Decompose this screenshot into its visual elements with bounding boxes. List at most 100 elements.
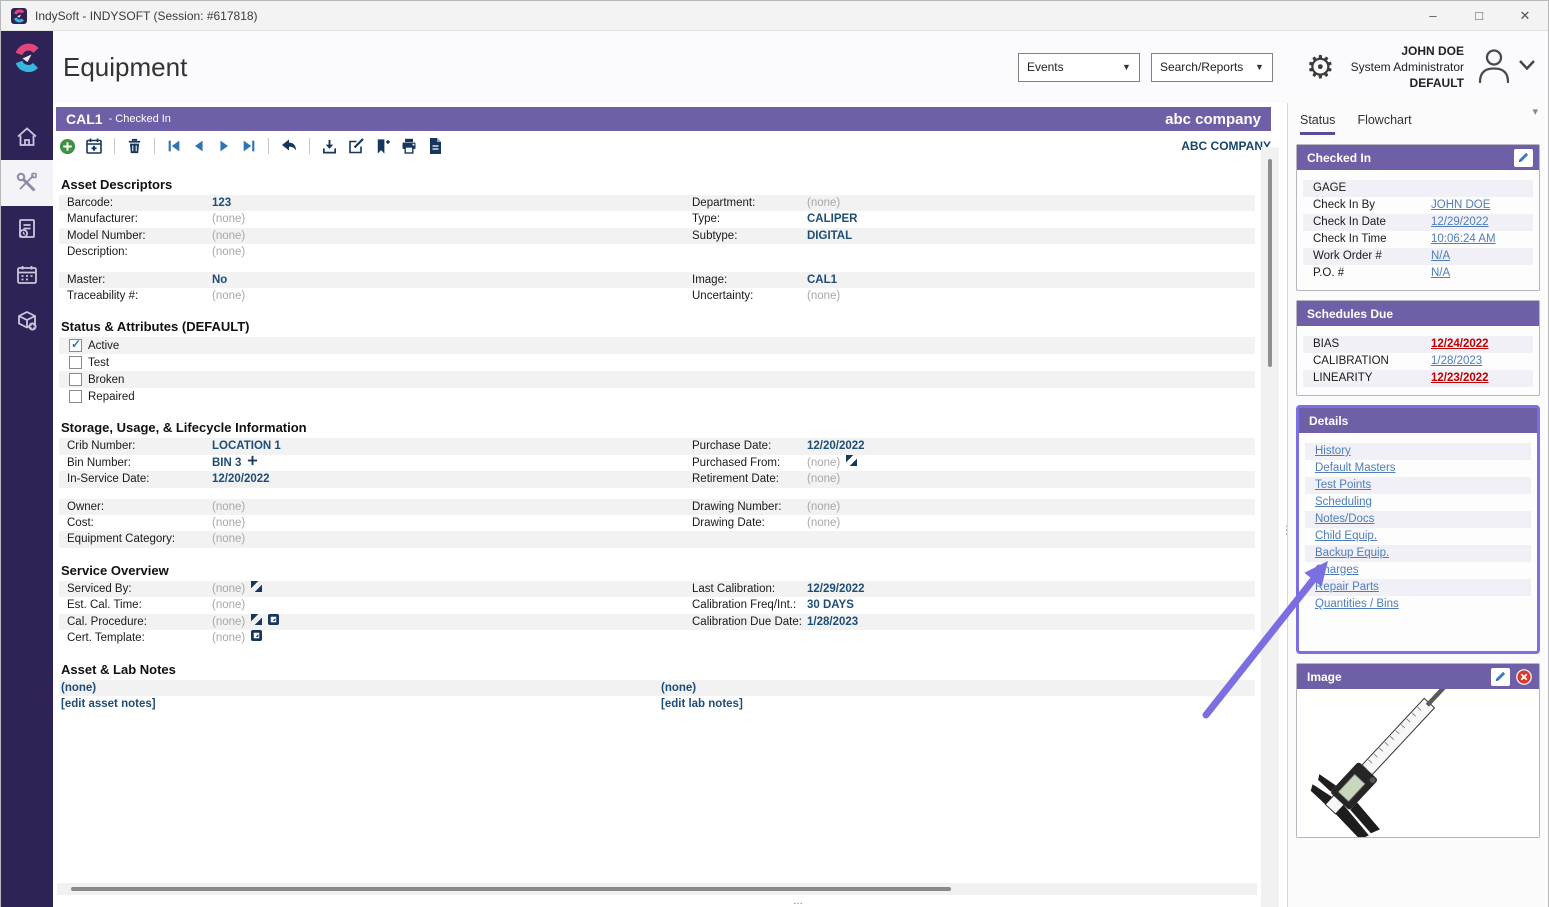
vertical-scrollbar-thumb[interactable] bbox=[1268, 159, 1272, 367]
field-value-left: LOCATION 1 bbox=[212, 438, 692, 454]
checkbox-label: Active bbox=[88, 340, 119, 352]
field-label-left: Manufacturer: bbox=[67, 211, 212, 227]
details-link-scheduling[interactable]: Scheduling bbox=[1315, 496, 1372, 508]
field-label-right: Calibration Due Date: bbox=[692, 614, 807, 630]
panel-row-value[interactable]: N/A bbox=[1431, 265, 1533, 282]
checkbox-row: Test bbox=[59, 354, 1255, 371]
bookmark-add-icon[interactable] bbox=[374, 138, 391, 155]
edit-icon[interactable] bbox=[347, 137, 365, 155]
search-reports-dropdown-value: Search/Reports bbox=[1160, 60, 1243, 74]
panel-row-label: BIAS bbox=[1313, 336, 1431, 353]
report-document-icon[interactable] bbox=[427, 137, 443, 155]
field-row: Description:(none) bbox=[59, 244, 1255, 260]
panel-row: P.O. #N/A bbox=[1303, 265, 1533, 282]
panel-row-value[interactable]: 1/28/2023 bbox=[1431, 353, 1533, 370]
field-value-text: BIN 3 bbox=[212, 455, 241, 471]
sidebar-item-inventory[interactable] bbox=[1, 298, 53, 344]
field-label-right: Purchase Date: bbox=[692, 438, 807, 454]
field-value-text: (none) bbox=[212, 211, 245, 227]
panel-row-value[interactable]: 12/29/2022 bbox=[1431, 214, 1533, 231]
details-link-default-masters[interactable]: Default Masters bbox=[1315, 462, 1396, 474]
sidebar-item-reports[interactable] bbox=[1, 206, 53, 252]
section-title: Service Overview bbox=[61, 563, 1255, 578]
bottom-splitter-handle[interactable]: … bbox=[793, 896, 804, 907]
save-icon[interactable] bbox=[321, 138, 338, 155]
details-link-history[interactable]: History bbox=[1315, 445, 1351, 457]
horizontal-scrollbar[interactable] bbox=[57, 883, 1257, 895]
tab-flowchart[interactable]: Flowchart bbox=[1357, 113, 1411, 135]
nav-icon[interactable] bbox=[251, 581, 262, 597]
edit-asset-notes-link[interactable]: [edit asset notes] bbox=[61, 696, 661, 712]
add-record-icon[interactable] bbox=[59, 138, 76, 155]
details-link-repair-parts[interactable]: Repair Parts bbox=[1315, 581, 1379, 593]
nav-icon[interactable] bbox=[251, 614, 262, 630]
panel-row-value[interactable]: 10:06:24 AM bbox=[1431, 231, 1533, 248]
image-panel-header: Image bbox=[1297, 664, 1539, 689]
horizontal-scrollbar-thumb[interactable] bbox=[71, 887, 951, 891]
panel-options-caret-icon[interactable]: ▾ bbox=[1532, 105, 1538, 118]
avatar-icon[interactable] bbox=[1474, 45, 1514, 90]
previous-record-icon[interactable] bbox=[191, 138, 207, 154]
checkbox-repaired[interactable] bbox=[69, 390, 82, 403]
maximize-button[interactable]: □ bbox=[1456, 1, 1502, 30]
edit-lab-notes-link[interactable]: [edit lab notes] bbox=[661, 696, 1255, 712]
print-icon[interactable] bbox=[400, 137, 418, 155]
box-icon[interactable] bbox=[251, 630, 262, 646]
panel-row-label: Check In Date bbox=[1313, 214, 1431, 231]
tab-status[interactable]: Status bbox=[1300, 113, 1335, 135]
close-button[interactable]: ✕ bbox=[1502, 1, 1548, 30]
window-title: IndySoft - INDYSOFT (Session: #617818) bbox=[35, 9, 1410, 23]
row-gap bbox=[59, 261, 1255, 272]
details-title: Details bbox=[1309, 414, 1348, 428]
plus-icon[interactable] bbox=[247, 455, 258, 471]
details-link-row: Test Points bbox=[1305, 477, 1531, 494]
first-record-icon[interactable] bbox=[166, 138, 182, 154]
details-link-notes-docs[interactable]: Notes/Docs bbox=[1315, 513, 1374, 525]
field-label-left: Serviced By: bbox=[67, 581, 212, 597]
gear-icon[interactable]: ⚙ bbox=[1306, 51, 1335, 83]
panel-row-value[interactable]: 12/24/2022 bbox=[1431, 336, 1533, 353]
panel-row-value[interactable]: JOHN DOE bbox=[1431, 197, 1533, 214]
field-label-right: Calibration Freq/Int.: bbox=[692, 597, 807, 613]
field-row: Crib Number:LOCATION 1Purchase Date:12/2… bbox=[59, 438, 1255, 454]
next-record-icon[interactable] bbox=[216, 138, 232, 154]
field-value-text: (none) bbox=[212, 581, 245, 597]
events-dropdown[interactable]: Events ▼ bbox=[1018, 53, 1140, 82]
field-value-text: CALIPER bbox=[807, 211, 857, 227]
details-link-backup-equip-[interactable]: Backup Equip. bbox=[1315, 547, 1389, 559]
panel-row: CALIBRATION1/28/2023 bbox=[1303, 353, 1533, 370]
field-label-left: Barcode: bbox=[67, 195, 212, 211]
sidebar-item-tools[interactable] bbox=[1, 160, 53, 206]
field-row: Master:NoImage:CAL1 bbox=[59, 272, 1255, 288]
checkbox-active[interactable] bbox=[69, 339, 82, 352]
edit-pencil-icon[interactable] bbox=[1491, 668, 1510, 686]
minimize-button[interactable]: – bbox=[1410, 1, 1456, 30]
section-title: Asset & Lab Notes bbox=[61, 662, 1255, 677]
sidebar-item-home[interactable] bbox=[1, 114, 53, 160]
details-link-charges[interactable]: Charges bbox=[1315, 564, 1358, 576]
sidebar-item-calendar[interactable] bbox=[1, 252, 53, 298]
calendar-add-icon[interactable] bbox=[85, 137, 103, 155]
panel-row-value[interactable]: N/A bbox=[1431, 248, 1533, 265]
checkbox-test[interactable] bbox=[69, 356, 82, 369]
details-link-quantities-bins[interactable]: Quantities / Bins bbox=[1315, 598, 1399, 610]
field-value-text: (none) bbox=[212, 597, 245, 613]
details-link-child-equip-[interactable]: Child Equip. bbox=[1315, 530, 1377, 542]
last-record-icon[interactable] bbox=[241, 138, 257, 154]
undo-icon[interactable] bbox=[280, 138, 298, 154]
schedules-due-rows: BIAS12/24/2022CALIBRATION1/28/2023LINEAR… bbox=[1297, 326, 1539, 395]
delete-record-icon[interactable] bbox=[126, 137, 143, 155]
search-reports-dropdown[interactable]: Search/Reports ▼ bbox=[1151, 53, 1273, 82]
field-label-right: Drawing Date: bbox=[692, 515, 807, 531]
delete-image-icon[interactable] bbox=[1514, 668, 1533, 686]
details-link-row: Default Masters bbox=[1305, 460, 1531, 477]
box-icon[interactable] bbox=[268, 614, 279, 630]
edit-pencil-icon[interactable] bbox=[1514, 149, 1533, 167]
details-link-test-points[interactable]: Test Points bbox=[1315, 479, 1371, 491]
user-menu-chevron-icon[interactable] bbox=[1518, 58, 1536, 76]
panel-row-value[interactable]: 12/23/2022 bbox=[1431, 370, 1533, 387]
field-value-left: 12/20/2022 bbox=[212, 471, 692, 487]
nav-icon[interactable] bbox=[846, 455, 857, 471]
checkbox-broken[interactable] bbox=[69, 373, 82, 386]
vertical-scrollbar[interactable] bbox=[1261, 147, 1279, 907]
